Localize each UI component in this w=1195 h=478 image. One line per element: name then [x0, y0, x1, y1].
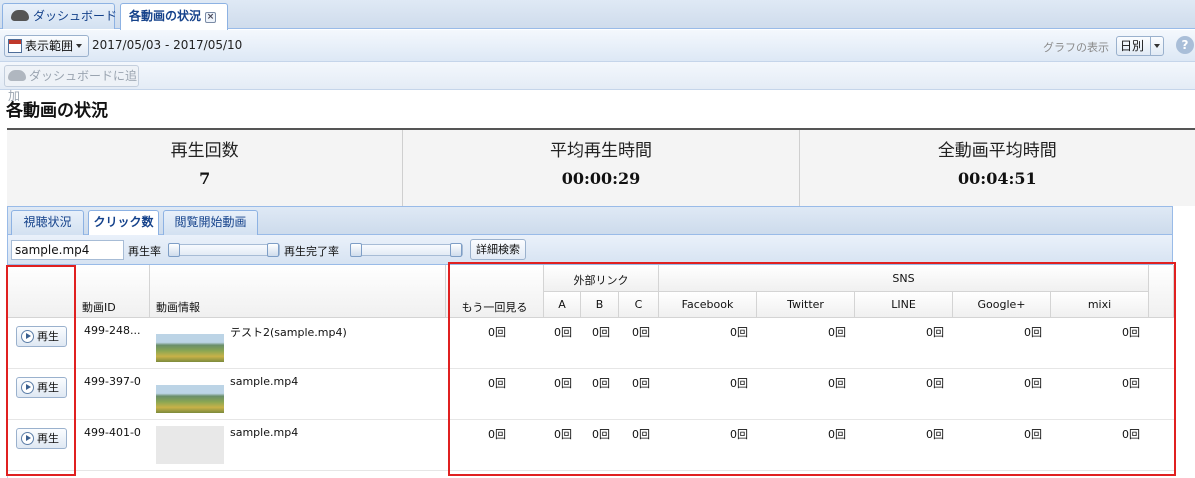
slider-max-handle[interactable]: [267, 243, 279, 257]
video-thumbnail: [156, 334, 224, 362]
complete-rate-slider[interactable]: [350, 243, 463, 257]
chevron-down-icon: [1150, 37, 1163, 55]
tab-video-status-label: 各動画の状況: [129, 9, 202, 23]
video-info: sample.mp4: [230, 375, 299, 388]
video-thumbnail-placeholder: [156, 426, 224, 464]
slider-min-handle[interactable]: [168, 243, 180, 257]
filename-input[interactable]: sample.mp4: [11, 240, 124, 260]
stat-value: 00:04:51: [958, 169, 1037, 188]
help-icon[interactable]: ?: [1176, 36, 1194, 54]
brain-icon: [8, 70, 26, 81]
date-toolbar: 表示範囲 2017/05/03 - 2017/05/10 グラフの表示 日別 ?: [0, 30, 1195, 62]
stat-play-count: 再生回数 7: [7, 130, 404, 206]
action-toolbar: ダッシュボードに追加: [0, 62, 1195, 103]
page-title: 各動画の状況: [6, 101, 108, 121]
highlight-box-click-counts: [448, 262, 1176, 476]
header-video-id[interactable]: 動画ID: [76, 265, 150, 318]
detail-search-button[interactable]: 詳細検索: [470, 239, 526, 260]
video-info: sample.mp4: [230, 426, 299, 439]
close-icon[interactable]: ×: [205, 12, 217, 23]
video-id: 499-401-0: [84, 426, 141, 439]
brain-icon: [11, 10, 29, 21]
stat-label: 再生回数: [170, 141, 239, 161]
stat-value: 7: [199, 169, 211, 188]
filter-bar: sample.mp4 再生率 再生完了率 詳細検索: [7, 235, 1173, 265]
video-info: テスト2(sample.mp4): [230, 326, 347, 339]
graph-interval-select[interactable]: 日別: [1116, 36, 1164, 56]
header-video-info[interactable]: 動画情報: [150, 265, 446, 318]
main-tab-strip: ダッシュボード 各動画の状況 ×: [0, 0, 1195, 30]
graph-interval-value: 日別: [1120, 39, 1145, 53]
play-rate-slider[interactable]: [168, 243, 280, 257]
video-thumbnail: [156, 385, 224, 413]
tab-dashboard[interactable]: ダッシュボード: [2, 3, 118, 29]
slider-min-handle[interactable]: [350, 243, 362, 257]
calendar-icon: [8, 39, 22, 53]
chevron-down-icon: [76, 44, 83, 48]
stat-all-video-avg-time: 全動画平均時間 00:04:51: [800, 130, 1195, 206]
complete-rate-label: 再生完了率: [284, 245, 339, 258]
stats-panel: 再生回数 7 平均再生時間 00:00:29 全動画平均時間 00:04:51: [7, 128, 1195, 206]
add-to-dashboard-button[interactable]: ダッシュボードに追加: [4, 65, 139, 103]
video-id: 499-397-0: [84, 375, 141, 388]
display-range-label: 表示範囲: [25, 39, 74, 53]
tab-video-status[interactable]: 各動画の状況 ×: [120, 3, 228, 30]
date-range-text: 2017/05/03 - 2017/05/10: [92, 38, 243, 52]
display-range-button[interactable]: 表示範囲: [4, 35, 89, 57]
slider-max-handle[interactable]: [450, 243, 462, 257]
stat-avg-play-time: 平均再生時間 00:00:29: [403, 130, 800, 206]
tab-dashboard-label: ダッシュボード: [33, 9, 118, 23]
tab-start-video[interactable]: 閲覧開始動画: [163, 210, 258, 235]
tab-viewing-status[interactable]: 視聴状況: [11, 210, 84, 235]
play-rate-label: 再生率: [128, 245, 161, 258]
video-id: 499-248...: [84, 324, 141, 337]
highlight-box-play-column: [6, 265, 76, 476]
graph-display-label: グラフの表示: [1043, 41, 1109, 54]
sub-tab-strip: 視聴状況 クリック数 閲覧開始動画: [7, 206, 1173, 236]
tab-click-count[interactable]: クリック数: [88, 210, 159, 236]
stat-label: 平均再生時間: [549, 141, 652, 161]
stat-value: 00:00:29: [561, 169, 641, 188]
stat-label: 全動画平均時間: [937, 141, 1057, 161]
